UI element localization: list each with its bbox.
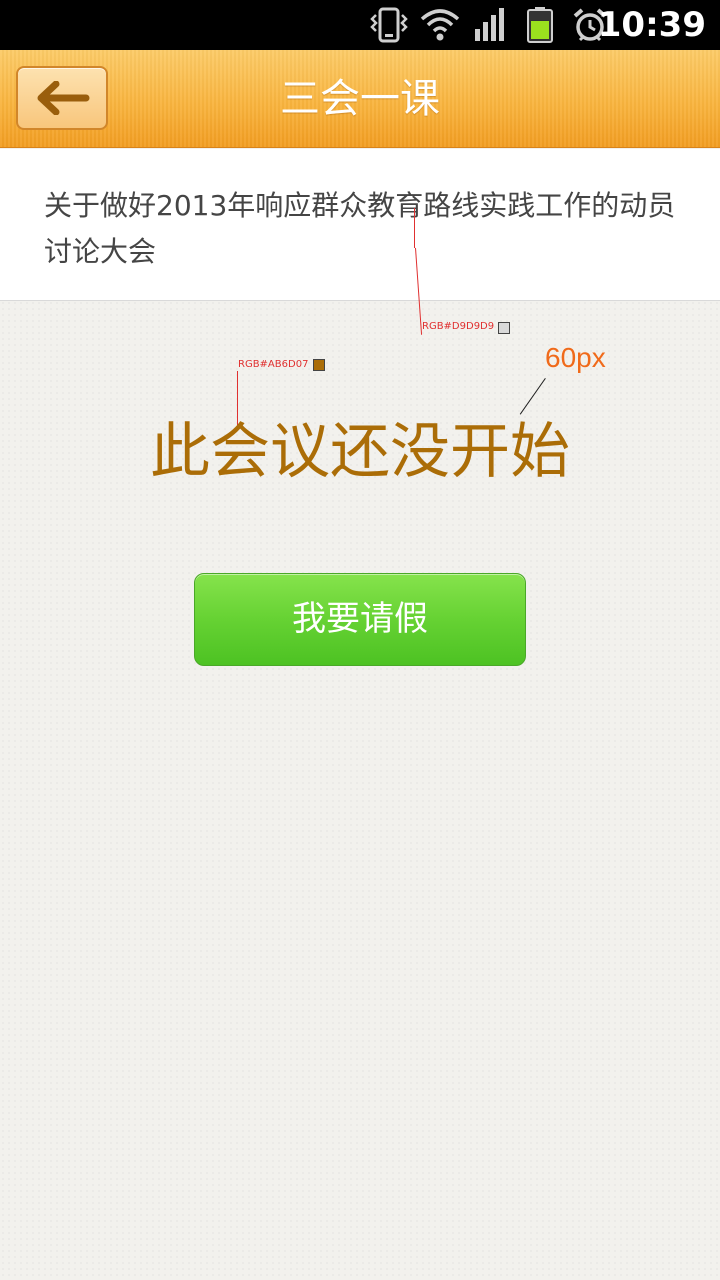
divider-color-swatch (498, 322, 510, 334)
signal-icon (474, 7, 506, 47)
app-header: 三会一课 (0, 50, 720, 148)
status-bar: 10:39 (0, 0, 720, 50)
battery-icon (526, 7, 554, 47)
back-button[interactable] (16, 66, 108, 130)
meeting-status-message: 此会议还没开始 (150, 417, 570, 487)
wifi-icon (420, 7, 460, 47)
page-title: 三会一课 (280, 76, 440, 122)
clock-time: 10:39 (597, 5, 706, 45)
divider-color-label: RGB#D9D9D9 (422, 321, 495, 332)
meeting-title-card: 关于做好2013年响应群众教育路线实践工作的动员讨论大会 (0, 149, 720, 301)
request-leave-button[interactable]: 我要请假 (194, 573, 526, 666)
vibrate-icon (370, 7, 408, 47)
text-color-swatch (313, 359, 325, 371)
meeting-title: 关于做好2013年响应群众教育路线实践工作的动员讨论大会 (44, 189, 676, 268)
text-color-label: RGB#AB6D07 (238, 359, 309, 370)
font-size-annotation-line (519, 378, 546, 415)
back-arrow-icon (37, 81, 90, 115)
font-size-label: 60px (545, 342, 606, 373)
divider-annotation-line (414, 208, 415, 248)
